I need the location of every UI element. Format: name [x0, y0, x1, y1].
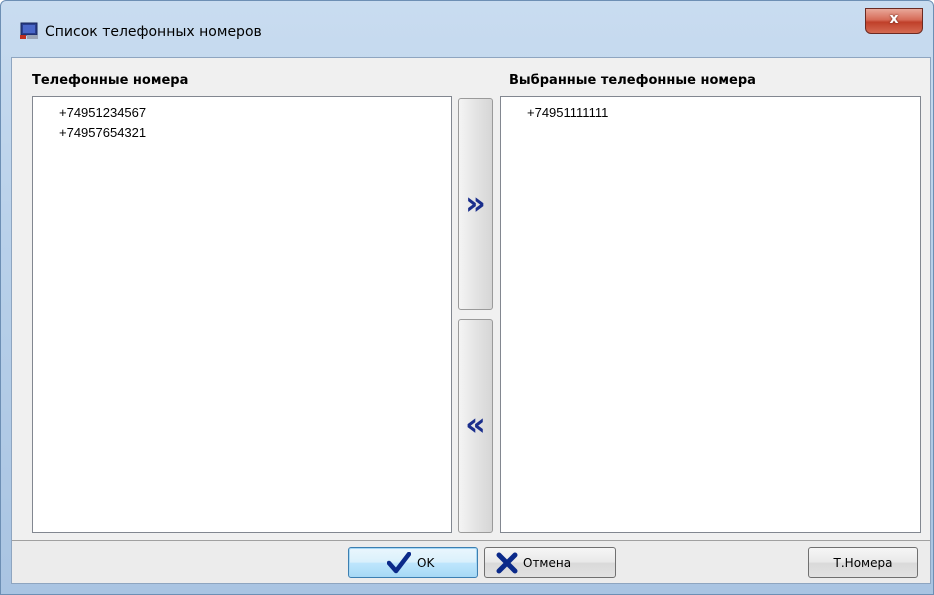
checkmark-icon — [387, 552, 411, 574]
phone-numbers-button[interactable]: Т.Номера — [808, 547, 918, 578]
close-x-icon — [496, 552, 518, 574]
window-title: Список телефонных номеров — [45, 24, 262, 40]
list-item[interactable]: +74957654321 — [59, 125, 146, 140]
available-numbers-label: Телефонные номера — [32, 73, 189, 88]
cancel-button[interactable]: Отмена — [484, 547, 616, 578]
title-bar[interactable]: Список телефонных номеров x — [1, 1, 933, 49]
available-numbers-list[interactable]: +74951234567 +74957654321 — [32, 96, 452, 533]
list-item[interactable]: +74951234567 — [59, 105, 146, 120]
double-chevron-left-icon: « — [465, 405, 486, 443]
list-item[interactable]: +74951111111 — [527, 105, 608, 120]
button-bar: OK Отмена Т.Номера — [12, 540, 930, 583]
dialog-client-area: Телефонные номера +74951234567 +74957654… — [11, 57, 931, 584]
selected-numbers-list[interactable]: +74951111111 — [500, 96, 921, 533]
phone-numbers-button-label: Т.Номера — [833, 556, 893, 570]
remove-from-selected-button[interactable]: « — [458, 319, 493, 533]
cancel-button-label: Отмена — [523, 556, 572, 570]
close-icon: x — [889, 11, 899, 27]
dialog-window: Список телефонных номеров x Телефонные н… — [0, 0, 934, 595]
ok-button[interactable]: OK — [348, 547, 478, 578]
close-button[interactable]: x — [865, 8, 923, 34]
app-phone-icon — [20, 22, 38, 39]
double-chevron-right-icon: » — [465, 184, 486, 222]
ok-button-label: OK — [417, 556, 435, 570]
add-to-selected-button[interactable]: » — [458, 98, 493, 310]
selected-numbers-label: Выбранные телефонные номера — [509, 73, 756, 88]
